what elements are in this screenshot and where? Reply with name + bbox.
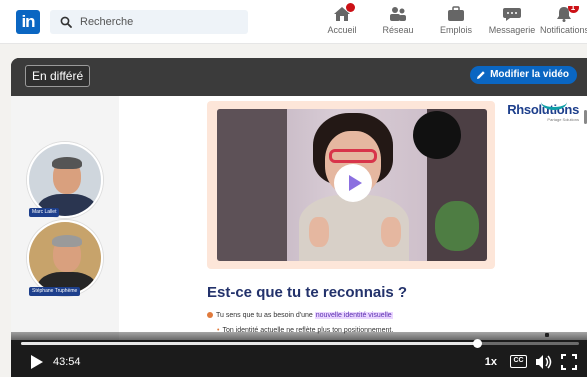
brand-logo: Rhsolutions Partage Solutions <box>507 102 579 122</box>
captions-button[interactable]: CC <box>510 355 527 368</box>
slide-bullet: Tu sens que tu as besoin d'une nouvelle … <box>207 312 393 319</box>
video-player[interactable]: En différé Modifier la vidéo Marc Lallet… <box>11 58 587 377</box>
nav-item-network[interactable]: Réseau <box>370 6 426 40</box>
bullet-highlight: nouvelle identité visuelle <box>314 312 393 319</box>
edit-video-button[interactable]: Modifier la vidéo <box>470 66 577 84</box>
speakers-column: Marc Lallet Stéphane Truphème <box>11 96 119 340</box>
briefcase-icon <box>446 6 466 22</box>
progress-bar[interactable] <box>21 339 579 348</box>
video-frame: Marc Lallet Stéphane Truphème Rhsolution… <box>11 96 587 340</box>
volume-icon[interactable] <box>535 354 553 370</box>
nav-label-notifications: Notifications <box>540 25 587 35</box>
nav-label-home: Accueil <box>327 25 357 35</box>
pencil-icon <box>477 71 485 79</box>
embedded-video-thumbnail <box>217 109 487 261</box>
nav-item-messaging[interactable]: Messagerie <box>484 6 540 40</box>
top-navigation: in Accueil Réseau Emplois Messagerie <box>0 0 587 44</box>
search-box[interactable] <box>50 10 248 34</box>
network-icon <box>388 6 408 22</box>
embedded-video-frame <box>207 101 495 269</box>
bell-icon: 1 <box>554 6 579 22</box>
home-icon <box>332 3 355 22</box>
replay-status-label: En différé <box>25 65 91 87</box>
nav-label-network: Réseau <box>382 25 414 35</box>
slide-title: Est-ce que tu te reconnais ? <box>207 284 408 301</box>
edit-video-label: Modifier la vidéo <box>490 69 569 80</box>
player-controls: 43:54 1x CC <box>11 332 587 377</box>
notification-dot <box>346 3 355 12</box>
shared-slide: Rhsolutions Partage Solutions Est-ce que… <box>119 96 587 340</box>
nav-item-jobs[interactable]: Emplois <box>428 6 484 40</box>
nav-item-home[interactable]: Accueil <box>314 3 370 40</box>
search-input[interactable] <box>80 10 240 34</box>
progress-handle[interactable] <box>473 339 483 348</box>
messaging-icon <box>502 6 522 22</box>
progress-fill <box>21 342 478 345</box>
current-time: 43:54 <box>53 356 81 368</box>
play-button[interactable] <box>29 354 43 370</box>
play-overlay-icon[interactable] <box>334 164 372 202</box>
player-header: En différé Modifier la vidéo <box>11 58 587 96</box>
nav-label-messaging: Messagerie <box>488 25 536 35</box>
nav-label-jobs: Emplois <box>439 25 472 35</box>
speaker-name-tag: Stéphane Truphème <box>29 287 81 296</box>
bullet-icon <box>207 312 213 318</box>
playback-speed-button[interactable]: 1x <box>485 356 497 368</box>
speaker-name-tag: Marc Lallet <box>29 208 60 217</box>
nav-item-notifications[interactable]: 1 Notifications <box>540 6 587 40</box>
brand-name-part1: Rh <box>507 102 524 117</box>
speaker-avatar <box>27 142 103 218</box>
linkedin-logo-icon[interactable]: in <box>16 10 40 34</box>
bullet-text: Tu sens que tu as besoin d'une <box>216 312 315 319</box>
speaker-avatar <box>27 220 103 296</box>
brand-tagline: Partage Solutions <box>547 117 579 122</box>
fullscreen-icon[interactable] <box>561 354 577 370</box>
brand-swoosh-icon <box>541 94 567 110</box>
search-icon <box>60 16 72 28</box>
